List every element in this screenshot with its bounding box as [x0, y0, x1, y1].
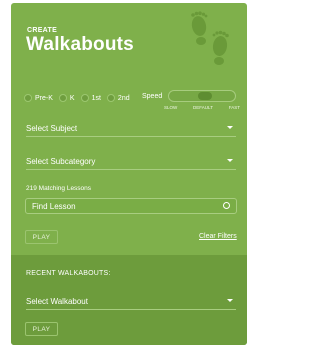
grade-label: 2nd [117, 94, 130, 102]
grade-option-pre-k[interactable]: Pre-K [24, 94, 53, 102]
find-lesson-placeholder: Find Lesson [32, 201, 76, 211]
subject-select-label: Select Subject [26, 123, 78, 133]
walkabout-select[interactable]: Select Walkabout [26, 293, 236, 310]
grade-option-2nd[interactable]: 2nd [106, 94, 130, 102]
grade-label: 1st [91, 94, 101, 102]
speed-label: Speed [142, 93, 163, 100]
radio-button[interactable] [24, 94, 32, 102]
recent-walkabouts-heading: RECENT WALKABOUTS: [26, 270, 111, 277]
caret-down-icon [227, 126, 233, 129]
speed-tick-default: DEFAULT [193, 105, 213, 110]
recent-play-button[interactable]: PLAY [25, 322, 58, 336]
walkabouts-panel: CREATE Walkabouts Pre-K K 1st 2nd Speed … [11, 3, 247, 345]
caret-down-icon [227, 299, 233, 302]
subject-select[interactable]: Select Subject [26, 120, 236, 137]
grade-label: K [69, 94, 75, 102]
grade-label: Pre-K [35, 94, 53, 102]
grade-option-1st[interactable]: 1st [80, 94, 101, 102]
grade-filter: Pre-K K 1st 2nd [24, 92, 136, 104]
subcategory-select[interactable]: Select Subcategory [26, 153, 236, 170]
find-lesson-input[interactable]: Find Lesson [25, 198, 237, 214]
header-eyebrow: CREATE [27, 27, 58, 34]
footprints-icon [191, 11, 229, 65]
play-button[interactable]: PLAY [25, 230, 58, 244]
radio-button[interactable] [106, 94, 115, 102]
matching-lessons-count: 219 Matching Lessons [26, 185, 92, 192]
speed-slider-thumb[interactable] [198, 92, 212, 100]
search-icon[interactable] [223, 202, 230, 209]
speed-tick-labels: SLOW DEFAULT FAST [164, 105, 240, 110]
subcategory-select-label: Select Subcategory [26, 156, 96, 166]
speed-slider[interactable] [168, 90, 236, 102]
grade-option-k[interactable]: K [58, 94, 75, 102]
walkabout-select-label: Select Walkabout [26, 296, 88, 306]
clear-filters-link[interactable]: Clear Filters [199, 233, 237, 240]
page-title: Walkabouts [26, 34, 134, 55]
caret-down-icon [227, 159, 233, 162]
radio-button[interactable] [58, 94, 67, 102]
speed-tick-fast: FAST [228, 105, 240, 110]
speed-tick-slow: SLOW [164, 105, 178, 110]
radio-button[interactable] [80, 94, 89, 102]
